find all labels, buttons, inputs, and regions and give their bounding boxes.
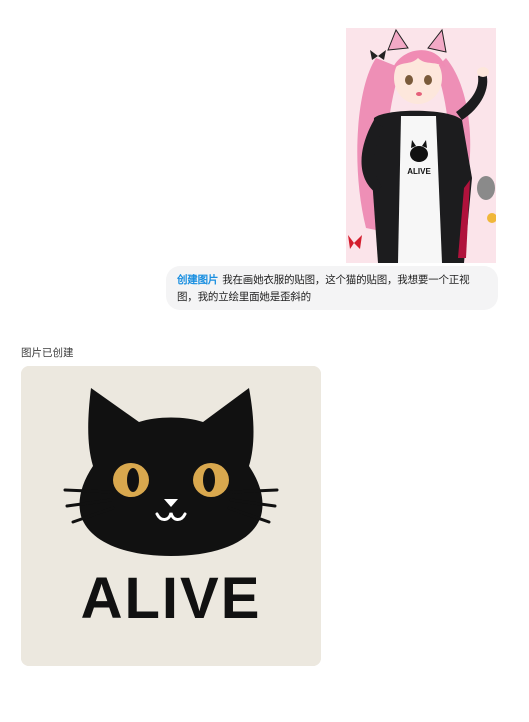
anime-illustration-image: ALIVE xyxy=(346,28,496,263)
create-image-tag[interactable]: 创建图片 xyxy=(177,274,218,286)
svg-text:ALIVE: ALIVE xyxy=(407,167,431,176)
black-cat-logo-image: ALIVE xyxy=(21,366,321,666)
generated-image[interactable]: ALIVE xyxy=(21,366,321,666)
user-message-text: 我在画她衣服的贴图，这个猫的贴图，我想要一个正视图，我的立绘里面她是歪斜的 xyxy=(177,274,470,303)
user-message-bubble: 创建图片 我在画她衣服的贴图，这个猫的贴图，我想要一个正视图，我的立绘里面她是歪斜… xyxy=(166,266,498,310)
image-created-status: 图片已创建 xyxy=(21,347,74,359)
generated-logo-text: ALIVE xyxy=(81,566,262,631)
user-uploaded-image[interactable]: ALIVE xyxy=(346,28,496,263)
